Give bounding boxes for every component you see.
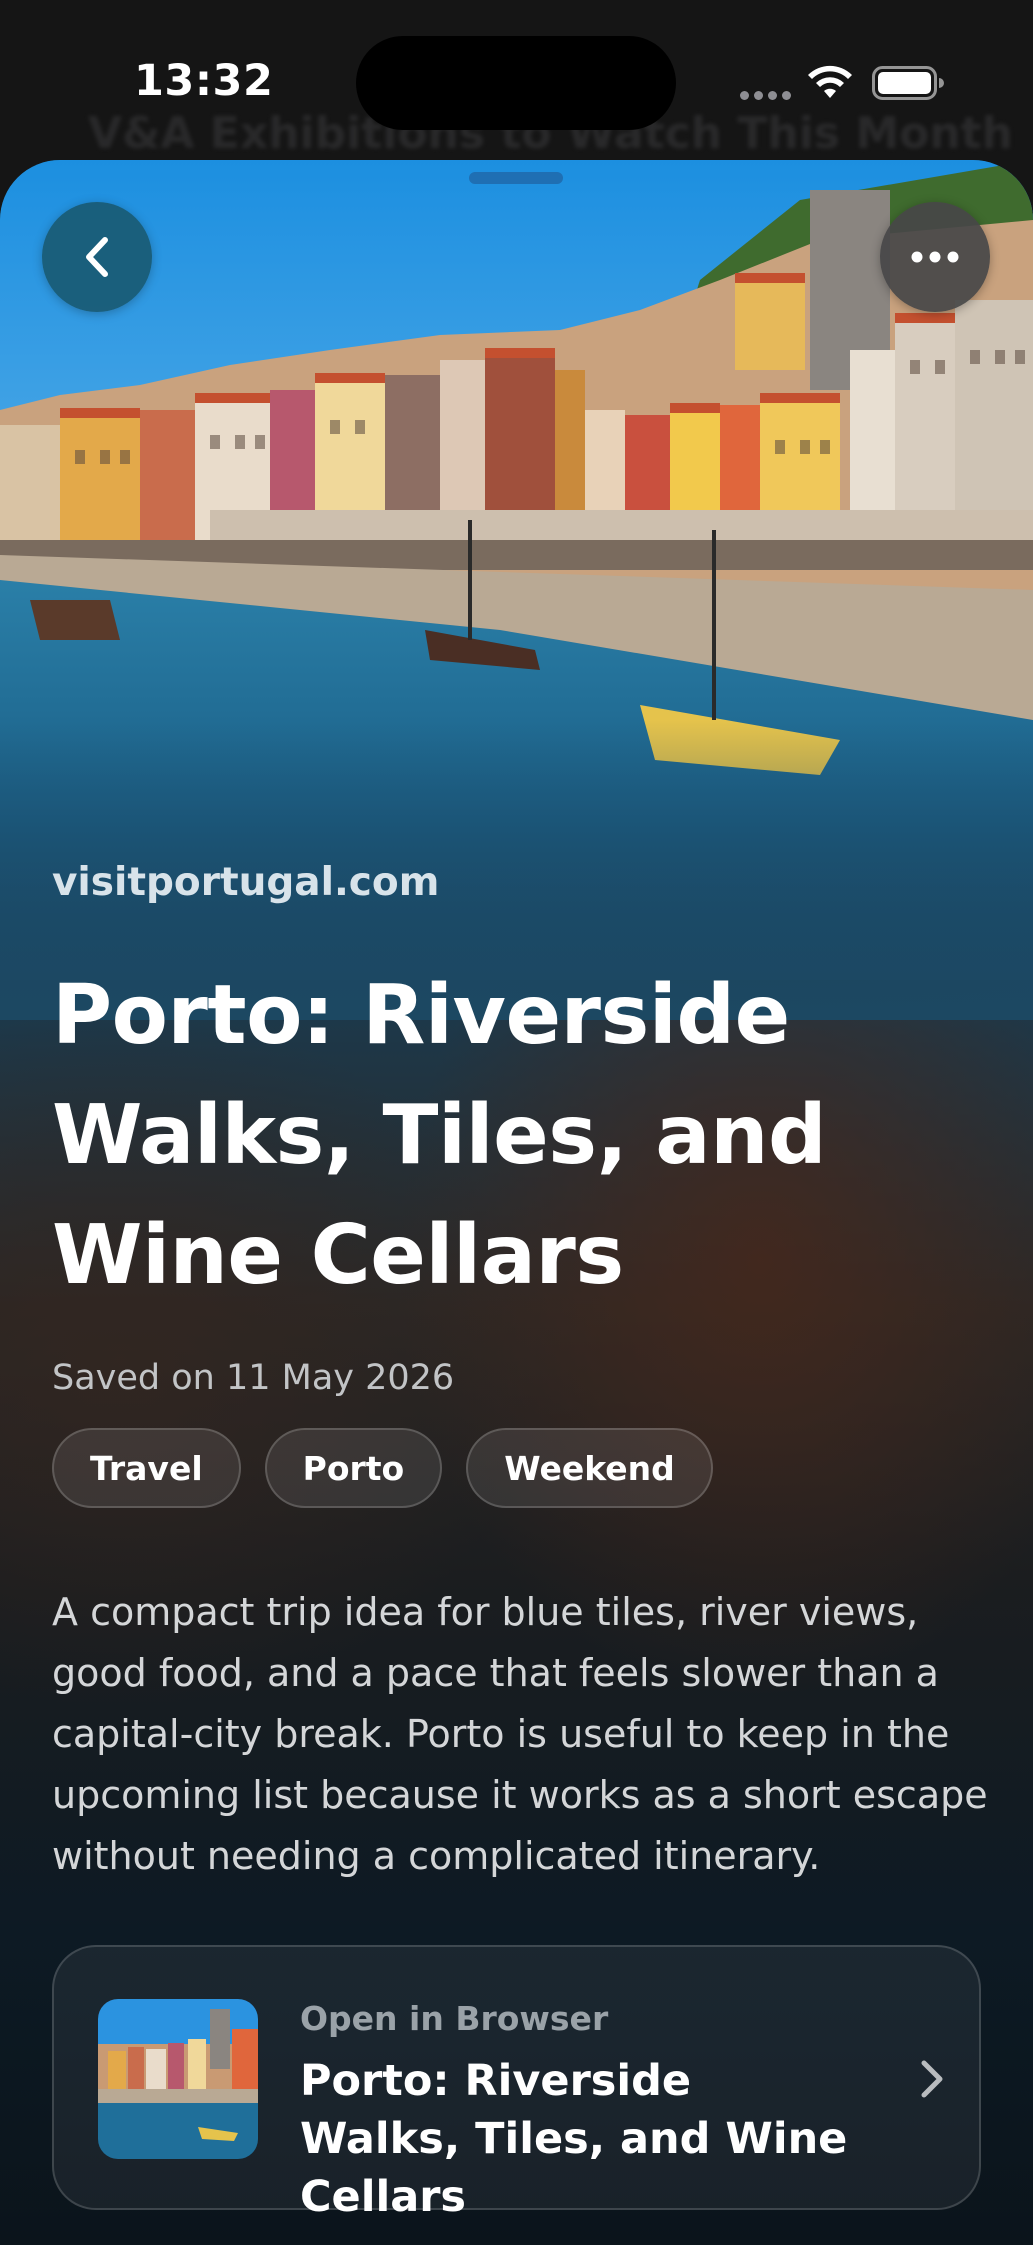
- battery-icon: [872, 66, 944, 100]
- chevron-left-icon: [86, 237, 108, 277]
- saved-date: Saved on 11 May 2026: [52, 1358, 455, 1398]
- tag-porto[interactable]: Porto: [264, 1428, 443, 1508]
- dynamic-island: [356, 36, 676, 130]
- cellular-signal-icon: [740, 91, 791, 100]
- link-thumbnail: [98, 1999, 258, 2159]
- screen: V&A Exhibitions to Watch This Month 13:3…: [0, 0, 1033, 2245]
- back-button[interactable]: [42, 202, 152, 312]
- wifi-icon: [808, 65, 852, 98]
- article-source[interactable]: visitportugal.com: [52, 860, 992, 914]
- more-options-button[interactable]: [880, 202, 990, 312]
- sheet-grabber[interactable]: [469, 172, 563, 184]
- status-bar: 13:32: [0, 0, 1033, 160]
- link-title: Porto: Riverside Walks, Tiles, and Wine …: [300, 2056, 848, 2222]
- article-description: A compact trip idea for blue tiles, rive…: [52, 1590, 988, 1878]
- tag-weekend[interactable]: Weekend: [466, 1428, 713, 1508]
- article-sheet: visitportugal.com Porto: Riverside Walks…: [0, 160, 1033, 2245]
- status-time: 13:32: [134, 56, 274, 106]
- tag-travel[interactable]: Travel: [52, 1428, 241, 1508]
- open-in-browser-card[interactable]: Open in Browser Porto: Riverside Walks, …: [52, 1945, 981, 2222]
- tag-list: Travel Porto Weekend: [52, 1428, 992, 1508]
- article-title: Porto: Riverside Walks, Tiles, and Wine …: [52, 968, 827, 1303]
- link-kicker: Open in Browser: [300, 1999, 609, 2038]
- article-content: visitportugal.com Porto: Riverside Walks…: [52, 860, 992, 1887]
- ellipsis-icon: [911, 251, 959, 263]
- chevron-right-icon: [921, 2060, 943, 2098]
